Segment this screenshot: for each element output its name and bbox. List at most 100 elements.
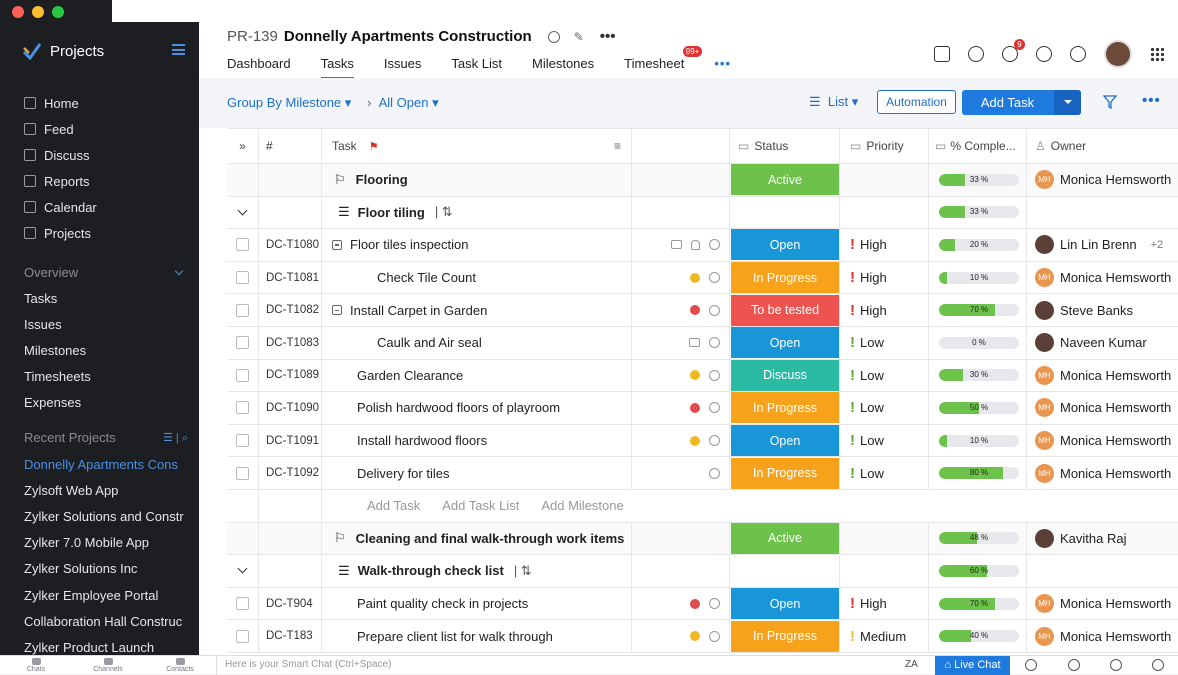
- status-cell[interactable]: [730, 555, 840, 587]
- row-select[interactable]: [227, 359, 259, 392]
- task-name-cell[interactable]: Polish hardwood floors of playroom: [322, 392, 632, 424]
- chats-tab[interactable]: Chats: [0, 657, 72, 673]
- owner[interactable]: MH Monica Hemsworth: [1035, 626, 1171, 646]
- sort-icon[interactable]: | ⇅: [435, 204, 453, 220]
- table-row[interactable]: ⚐ Flooring Active 33 % MH Monica Hemsworth: [227, 164, 1178, 197]
- status-cell[interactable]: Open: [730, 326, 840, 359]
- owner[interactable]: MH Monica Hemsworth: [1035, 365, 1171, 385]
- priority-cell[interactable]: ! High: [840, 261, 929, 294]
- owner[interactable]: Lin Lin Brenn +2: [1035, 235, 1163, 255]
- row-checkbox[interactable]: [236, 434, 249, 448]
- status-cell[interactable]: Open: [730, 587, 840, 620]
- status-cell[interactable]: Open: [730, 424, 840, 457]
- owner[interactable]: MH Monica Hemsworth: [1035, 398, 1171, 418]
- live-chat-button[interactable]: ⌂ Live Chat: [935, 656, 1010, 675]
- expand-subtasks-icon[interactable]: [332, 239, 342, 250]
- row-select[interactable]: [227, 424, 259, 457]
- help-icon[interactable]: [1110, 659, 1122, 671]
- timer-icon[interactable]: [709, 239, 720, 251]
- priority-cell[interactable]: ! Low: [840, 424, 929, 457]
- owner-cell[interactable]: Lin Lin Brenn +2: [1027, 229, 1178, 261]
- table-row[interactable]: DC-T1081 Check Tile Count In Progress! High…: [227, 261, 1178, 295]
- task-name-cell[interactable]: ☰ Walk-through check list | ⇅: [322, 555, 632, 587]
- filter-icon[interactable]: [1103, 95, 1117, 109]
- owner[interactable]: MH Monica Hemsworth: [1035, 594, 1171, 614]
- overview-item-timesheets[interactable]: Timesheets: [24, 364, 194, 390]
- timer-icon[interactable]: [709, 369, 720, 381]
- row-select[interactable]: [227, 326, 259, 359]
- priority-cell[interactable]: ! Low: [840, 392, 929, 424]
- task-name-cell[interactable]: ⚐ Flooring: [322, 164, 632, 196]
- translate-icon[interactable]: ZA: [905, 659, 918, 670]
- row-checkbox[interactable]: [236, 336, 249, 350]
- priority-cell[interactable]: ! Medium: [840, 620, 929, 652]
- priority-cell[interactable]: ! High: [840, 294, 929, 326]
- priority-cell[interactable]: ! Low: [840, 326, 929, 359]
- status-cell[interactable]: [730, 196, 840, 229]
- zia-icon[interactable]: [1068, 659, 1080, 671]
- row-select[interactable]: [227, 522, 259, 555]
- task-name-cell[interactable]: Check Tile Count: [322, 261, 632, 294]
- status-cell[interactable]: In Progress: [730, 392, 840, 424]
- search-icon[interactable]: [968, 46, 984, 62]
- app-brand[interactable]: Projects: [22, 42, 104, 60]
- status-cell[interactable]: Open: [730, 229, 840, 261]
- table-row[interactable]: ☰ Walk-through check list | ⇅ 60 %: [227, 555, 1178, 588]
- close-window-button[interactable]: [12, 6, 24, 18]
- row-checkbox[interactable]: [236, 401, 249, 415]
- add-link-add-task[interactable]: Add Task: [367, 498, 420, 513]
- table-row[interactable]: ⚐ Cleaning and final walk-through work it…: [227, 522, 1178, 556]
- add-task-dropdown-icon[interactable]: [1054, 90, 1081, 115]
- maximize-window-button[interactable]: [52, 6, 64, 18]
- task-name-cell[interactable]: Garden Clearance: [322, 359, 632, 392]
- status-badge[interactable]: In Progress: [731, 620, 839, 652]
- overview-section-header[interactable]: Overview: [24, 265, 188, 280]
- header-status[interactable]: ▭ Status: [730, 129, 840, 163]
- task-name-cell[interactable]: ☰ Floor tiling | ⇅: [322, 196, 632, 229]
- add-icon[interactable]: [934, 46, 950, 62]
- sidebar-item-projects[interactable]: Projects: [24, 220, 194, 246]
- add-task-button[interactable]: Add Task: [962, 90, 1081, 115]
- status-cell[interactable]: In Progress: [730, 620, 840, 652]
- apps-grid-icon[interactable]: [1150, 47, 1164, 61]
- owner-cell[interactable]: [1027, 555, 1178, 587]
- header-task[interactable]: Task ⚑ ≡: [322, 129, 632, 163]
- priority-cell[interactable]: ! High: [840, 229, 929, 261]
- status-badge[interactable]: In Progress: [731, 457, 839, 489]
- status-cell[interactable]: Active: [730, 522, 840, 555]
- recent-filter-icon[interactable]: ☰ | ⌕: [163, 431, 188, 445]
- pin-icon[interactable]: [1025, 659, 1037, 671]
- table-row[interactable]: ☰ Floor tiling | ⇅ 33 %: [227, 196, 1178, 230]
- table-row[interactable]: DC-T1089 Garden Clearance Discuss! Low 30 % M…: [227, 359, 1178, 393]
- owner-cell[interactable]: MH Monica Hemsworth: [1027, 262, 1178, 294]
- status-badge[interactable]: In Progress: [731, 262, 839, 294]
- sidebar-item-home[interactable]: Home: [24, 90, 194, 116]
- overview-item-milestones[interactable]: Milestones: [24, 337, 194, 363]
- row-select[interactable]: [227, 620, 259, 652]
- row-select[interactable]: [227, 196, 259, 229]
- tabs-more-button[interactable]: •••: [714, 56, 731, 79]
- automation-button[interactable]: Automation: [877, 90, 956, 114]
- add-link-add-task-list[interactable]: Add Task List: [442, 498, 519, 513]
- timer-icon[interactable]: [709, 435, 720, 447]
- status-badge[interactable]: Discuss: [731, 359, 839, 391]
- menu-toggle-icon[interactable]: [172, 44, 185, 55]
- owner[interactable]: MH Monica Hemsworth: [1035, 170, 1171, 190]
- recent-project-item[interactable]: Collaboration Hall Construc: [24, 608, 194, 634]
- row-checkbox[interactable]: [236, 368, 249, 382]
- tab-milestones[interactable]: Milestones: [532, 56, 594, 79]
- status-badge[interactable]: Open: [731, 327, 839, 359]
- row-select[interactable]: [227, 229, 259, 261]
- row-checkbox[interactable]: [236, 238, 249, 252]
- timer-icon[interactable]: [709, 467, 720, 479]
- tab-tasks[interactable]: Tasks: [320, 56, 354, 79]
- overview-item-tasks[interactable]: Tasks: [24, 285, 194, 311]
- status-badge[interactable]: In Progress: [731, 392, 839, 424]
- row-checkbox[interactable]: [236, 271, 249, 285]
- table-row[interactable]: DC-T1083 Caulk and Air seal Open! Low 0 % Nav…: [227, 326, 1178, 360]
- owner-cell[interactable]: MH Monica Hemsworth: [1027, 588, 1178, 620]
- row-checkbox[interactable]: [236, 629, 249, 643]
- status-badge[interactable]: Active: [731, 164, 839, 196]
- row-select[interactable]: [227, 587, 259, 620]
- status-cell[interactable]: In Progress: [730, 457, 840, 489]
